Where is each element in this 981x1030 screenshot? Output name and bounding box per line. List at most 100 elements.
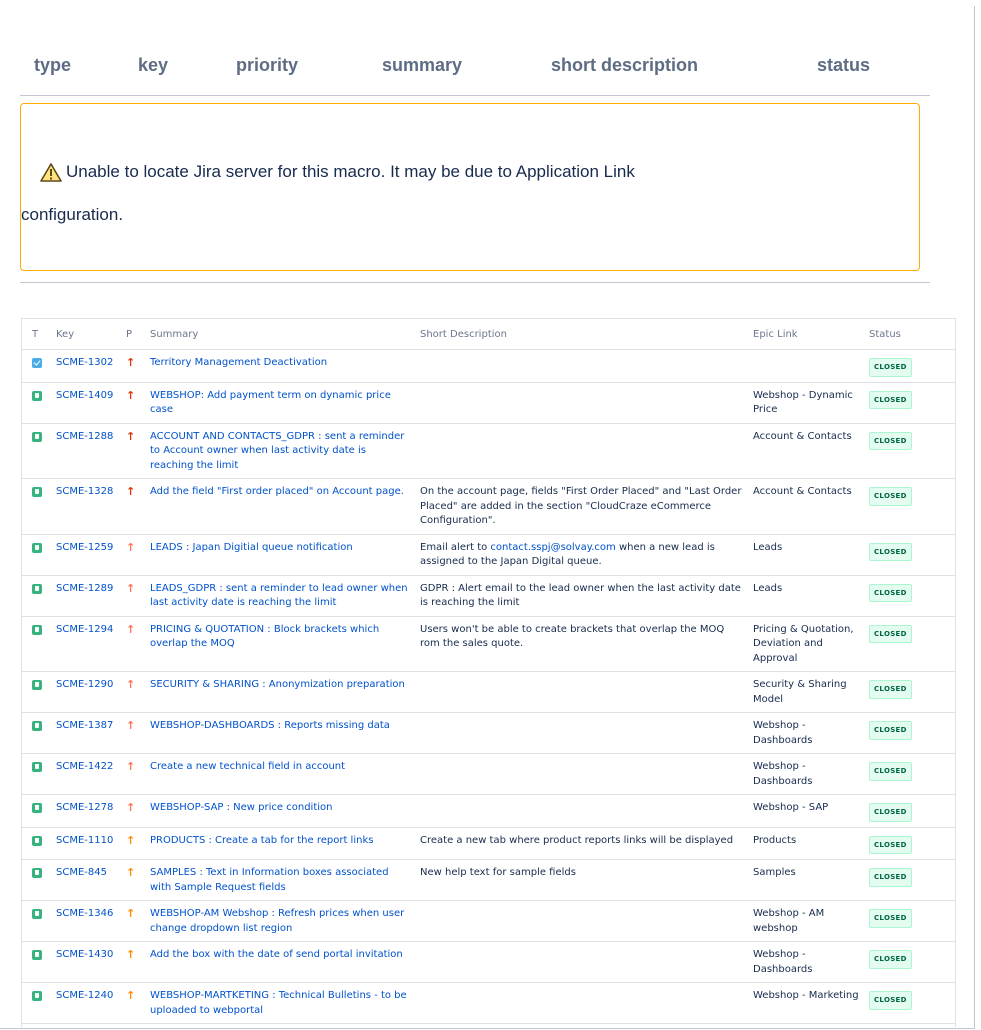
issue-key-link[interactable]: SCME-1328 [56,486,113,497]
issue-key-link[interactable]: SCME-1259 [56,542,113,553]
epic-link-text: Webshop - Dashboards [753,720,813,746]
status-badge: CLOSED [869,909,912,928]
story-type-icon[interactable] [32,803,42,813]
cell-short-description: Create a new tab where product reports l… [416,827,749,860]
priority-high-icon: ↑ [126,760,136,773]
short-description-text: Users won't be able to create brackets t… [420,623,725,650]
story-type-icon[interactable] [32,909,42,919]
cell-priority: ↑ [122,900,146,942]
status-badge: CLOSED [869,431,912,450]
cell-short-description [416,982,749,1024]
issue-key-link[interactable]: SCME-1290 [56,679,113,690]
table-row: SCME-1409 ↑ WEBSHOP: Add payment term on d… [22,382,955,424]
priority-high-icon: ↑ [126,801,136,814]
cell-summary: ACCOUNT AND CONTACTS_GDPR : sent a remin… [146,423,416,479]
th-short-description[interactable]: Short Description [416,319,749,350]
issue-key-link[interactable]: SCME-1422 [56,761,113,772]
status-badge: CLOSED [869,542,912,561]
epic-link-text: Webshop - Dashboards [753,949,813,975]
table-row: SCME-1294 ↑ PRICING & QUOTATION : Block br… [22,616,955,672]
story-type-icon[interactable] [32,390,42,401]
status-badge: CLOSED [869,624,912,643]
cell-key: SCME-1278 [52,794,122,828]
cell-key: SCME-1289 [52,575,122,617]
issue-key-link[interactable]: SCME-1240 [56,990,113,1001]
cell-short-description [416,349,749,383]
col-status-header: status [817,55,871,75]
issue-summary-link[interactable]: Create a new technical field in account [150,761,345,772]
cell-priority: ↑ [122,712,146,754]
issue-key-link[interactable]: SCME-845 [56,867,107,878]
story-type-icon[interactable] [32,762,42,772]
cell-epic-link: Samples [749,1023,865,1027]
short-description-text: Email alert to [420,541,488,553]
th-epic-link[interactable]: Epic Link [749,319,865,350]
epic-link-text: Webshop - Dynamic Price [753,389,853,416]
issue-key-link[interactable]: SCME-1294 [56,624,113,635]
table-row: SCME-1278 ↑ WEBSHOP-SAP : New price condit… [22,794,955,828]
cell-epic-link: Security & Sharing Model [749,671,865,713]
issue-key-link[interactable]: SCME-1288 [56,431,113,442]
issue-summary-link[interactable]: LEADS_GDPR : sent a reminder to lead own… [150,583,408,609]
issue-key-link[interactable]: SCME-1387 [56,720,113,731]
story-type-icon[interactable] [32,583,42,594]
cell-type [22,534,52,576]
story-type-icon[interactable] [32,487,42,497]
cell-priority: ↑ [122,382,146,424]
story-type-icon[interactable] [32,991,42,1001]
story-type-icon[interactable] [32,680,42,690]
story-type-icon[interactable] [32,950,42,960]
issue-key-link[interactable]: SCME-1278 [56,802,113,813]
issue-summary-link[interactable]: SECURITY & SHARING : Anonymization prepa… [150,679,405,690]
priority-high-icon: ↑ [126,581,136,595]
issue-key-link[interactable]: SCME-1346 [56,908,113,919]
priority-medium-icon: ↑ [126,948,136,961]
cell-status: CLOSED [865,349,955,383]
divider [20,282,930,283]
cell-key: SCME-1110 [52,827,122,860]
issue-summary-link[interactable]: PRODUCTS : Create a tab for the report l… [150,835,373,846]
issue-key-link[interactable]: SCME-1302 [56,357,113,368]
cell-short-description: Users won't be able to create brackets t… [416,616,749,672]
cell-summary: SAMPLES : Label change - Currency ISO Co… [146,1023,416,1027]
th-type[interactable]: T [22,319,52,350]
issue-key-link[interactable]: SCME-1409 [56,390,113,401]
th-summary[interactable]: Summary [146,319,416,350]
priority-high-icon: ↑ [126,678,136,691]
cell-status: CLOSED [865,423,955,479]
table-row: SCME-1288 ↑ ACCOUNT AND CONTACTS_GDPR : se… [22,423,955,479]
cell-epic-link: Account & Contacts [749,423,865,479]
issue-summary-link[interactable]: WEBSHOP: Add payment term on dynamic pri… [150,390,391,416]
issue-summary-link[interactable]: WEBSHOP-AM Webshop : Refresh prices when… [150,908,404,934]
story-type-icon[interactable] [32,431,42,442]
cell-type [22,349,52,383]
issue-summary-link[interactable]: WEBSHOP-MARTKETING : Technical Bulletins… [150,990,407,1016]
cell-status: CLOSED [865,827,955,860]
issue-summary-link[interactable]: Territory Management Deactivation [150,357,327,368]
cell-epic-link: Webshop - Dashboards [749,712,865,754]
status-badge: CLOSED [869,835,912,854]
issue-key-link[interactable]: SCME-1289 [56,583,113,594]
issue-summary-link[interactable]: ACCOUNT AND CONTACTS_GDPR : sent a remin… [150,431,404,471]
email-link[interactable]: contact.sspj@solvay.com [490,542,615,553]
story-type-icon[interactable] [32,868,42,878]
cell-priority: ↓ [122,1023,146,1027]
cell-status: CLOSED [865,1023,955,1027]
th-status[interactable]: Status [865,319,955,350]
issue-summary-link[interactable]: LEADS : Japan Digitial queue notificatio… [150,542,353,553]
issue-summary-link[interactable]: Add the box with the date of send portal… [150,949,403,960]
task-type-icon[interactable] [32,358,42,368]
story-type-icon[interactable] [32,542,42,553]
issue-summary-link[interactable]: SAMPLES : Text in Information boxes asso… [150,867,389,893]
issue-summary-link[interactable]: Add the field "First order placed" on Ac… [150,486,404,497]
issue-summary-link[interactable]: PRICING & QUOTATION : Block brackets whi… [150,624,379,650]
story-type-icon[interactable] [32,835,42,846]
issue-key-link[interactable]: SCME-1110 [56,835,113,846]
issue-key-link[interactable]: SCME-1430 [56,949,113,960]
th-priority[interactable]: P [122,319,146,350]
th-key[interactable]: Key [52,319,122,350]
story-type-icon[interactable] [32,624,42,635]
issue-summary-link[interactable]: WEBSHOP-SAP : New price condition [150,802,332,813]
story-type-icon[interactable] [32,721,42,731]
issue-summary-link[interactable]: WEBSHOP-DASHBOARDS : Reports missing dat… [150,720,390,731]
